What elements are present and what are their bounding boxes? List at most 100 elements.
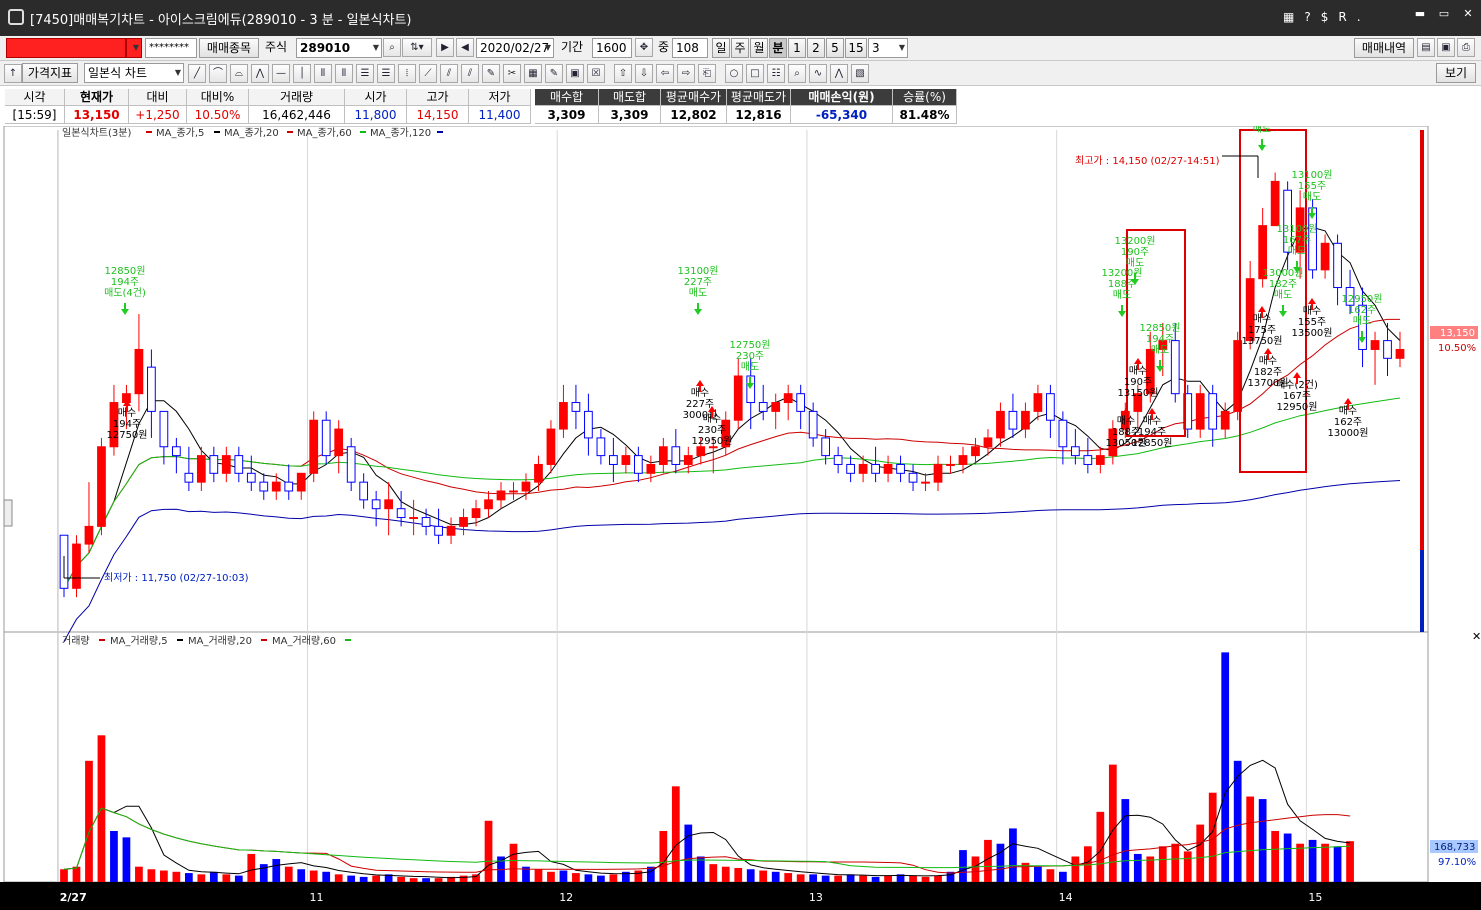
gann-tool-icon[interactable]: ⦙ xyxy=(398,64,416,83)
volume-bar xyxy=(209,871,218,882)
candle-up xyxy=(683,455,693,465)
minute-select[interactable]: 3 xyxy=(868,38,908,58)
overlap-input[interactable]: 108 xyxy=(672,38,708,58)
channel-tool-icon[interactable]: ⦀ xyxy=(314,64,332,83)
grid-icon[interactable]: ▦ xyxy=(1283,10,1294,24)
candle-down xyxy=(908,472,918,483)
back-icon[interactable]: ◀ xyxy=(456,38,474,57)
unit-1-button[interactable]: 1 xyxy=(788,38,806,58)
wave-tool-icon[interactable]: ∿ xyxy=(809,64,827,83)
retracement2-tool-icon[interactable]: ☰ xyxy=(377,64,395,83)
palette-tool-icon[interactable]: ▦ xyxy=(524,64,542,83)
close-icon[interactable]: ✕ xyxy=(1458,6,1478,22)
candle-down xyxy=(246,472,256,483)
arc-tool-icon[interactable]: ⌒ xyxy=(209,64,227,83)
unit-week-button[interactable]: 주 xyxy=(731,38,749,58)
record-icon[interactable]: R xyxy=(1338,10,1346,24)
candle-down xyxy=(896,463,905,474)
shift-down-tool-icon[interactable]: ⇩ xyxy=(635,64,653,83)
print-icon[interactable]: ⎙ xyxy=(1457,38,1475,57)
vline-tool-icon[interactable]: │ xyxy=(293,64,311,83)
candle-up xyxy=(996,410,1005,439)
move-icon[interactable]: ✥ xyxy=(635,38,653,57)
volume-bar xyxy=(434,878,443,882)
volume-bar xyxy=(746,869,755,882)
candle-down xyxy=(796,393,806,412)
x-axis-label: 11 xyxy=(309,891,323,904)
annotation-text: 12750원 xyxy=(729,339,770,351)
trade-item-button[interactable]: 매매종목 xyxy=(199,38,259,58)
arrow-up-icon[interactable]: ↑ xyxy=(4,64,22,83)
pen-tool-icon[interactable]: ✎ xyxy=(482,64,500,83)
pitchfork-tool-icon[interactable]: ⫽ xyxy=(440,64,458,83)
annotation-text: 194주 xyxy=(1146,334,1174,345)
help-icon[interactable]: ? xyxy=(1304,10,1310,24)
chart-type-select[interactable]: 일본식 차트 xyxy=(84,63,184,83)
candle-down xyxy=(434,525,443,536)
unit-day-button[interactable]: 일 xyxy=(712,38,730,58)
erase-tool-icon[interactable]: ✂ xyxy=(503,64,521,83)
pitchfork2-tool-icon[interactable]: ⫽ xyxy=(461,64,479,83)
volume-bar xyxy=(85,760,93,882)
delete-tool-icon[interactable]: ☒ xyxy=(587,64,605,83)
date-picker[interactable]: 2020/02/27 xyxy=(476,38,554,58)
dot-icon[interactable]: . xyxy=(1357,10,1361,24)
trendline-tool-icon[interactable]: ╱ xyxy=(188,64,206,83)
password-field[interactable]: ******** xyxy=(145,38,197,58)
rectangle-tool-icon[interactable]: □ xyxy=(746,64,764,83)
candle-down xyxy=(1070,446,1080,457)
candle-down xyxy=(1333,242,1342,289)
account-dropdown-button[interactable] xyxy=(126,38,142,58)
fan-tool-icon[interactable]: ⌓ xyxy=(230,64,248,83)
table-tool-icon[interactable]: ☷ xyxy=(767,64,785,83)
parallel-tool-icon[interactable]: ⟋ xyxy=(419,64,437,83)
copy-tool-icon[interactable]: ⎗ xyxy=(698,64,716,83)
sort-dropdown-icon[interactable]: ⇅▾ xyxy=(402,38,432,57)
cycle-tool-icon[interactable]: ⦀ xyxy=(335,64,353,83)
period-input[interactable]: 1600 xyxy=(592,38,632,58)
trade-history-button[interactable]: 매매내역 xyxy=(1354,38,1414,58)
unit-2-button[interactable]: 2 xyxy=(807,38,825,58)
shift-left-tool-icon[interactable]: ⇦ xyxy=(656,64,674,83)
account-select[interactable] xyxy=(6,38,126,58)
unit-month-button[interactable]: 월 xyxy=(750,38,768,58)
retracement-tool-icon[interactable]: ☰ xyxy=(356,64,374,83)
chart-canvas[interactable]: 일본식차트(3분) MA_종가,5 MA_종가,20 MA_종가,60 MA_종… xyxy=(0,126,1481,910)
unit-minute-button[interactable]: 분 xyxy=(769,38,787,58)
unit-5-button[interactable]: 5 xyxy=(826,38,844,58)
price-range-bar-up xyxy=(1420,130,1424,550)
candle-down xyxy=(421,517,431,527)
annotation-text: 매도 xyxy=(1353,315,1371,327)
currency-icon[interactable]: $ xyxy=(1321,10,1329,24)
candle-up xyxy=(658,446,668,465)
annotation-text: 182주 xyxy=(1254,367,1282,378)
maximize-icon[interactable]: ▭ xyxy=(1434,6,1454,22)
hline-tool-icon[interactable]: — xyxy=(272,64,290,83)
indicator-button[interactable]: 가격지표 xyxy=(22,63,78,83)
value-change-pct: 10.50% xyxy=(187,106,249,124)
search-icon[interactable]: ⌕ xyxy=(383,38,401,57)
circle-tool-icon[interactable]: ○ xyxy=(725,64,743,83)
chart-area[interactable]: 일본식차트(3분) MA_종가,5 MA_종가,20 MA_종가,60 MA_종… xyxy=(0,126,1481,910)
view-button[interactable]: 보기 xyxy=(1436,63,1476,83)
folder-icon[interactable]: ▤ xyxy=(1417,38,1435,57)
shift-up-tool-icon[interactable]: ⇧ xyxy=(614,64,632,83)
zoom-tool-icon[interactable]: ⌕ xyxy=(788,64,806,83)
template-tool-icon[interactable]: ▧ xyxy=(851,64,869,83)
peak-tool-icon[interactable]: ⋀ xyxy=(830,64,848,83)
unit-15-button[interactable]: 15 xyxy=(845,38,867,58)
angle-tool-icon[interactable]: ⋀ xyxy=(251,64,269,83)
close-panel-icon[interactable]: ✕ xyxy=(1472,630,1481,643)
candle-down xyxy=(1083,455,1093,465)
volume-bar xyxy=(309,870,318,882)
save-icon[interactable]: ▣ xyxy=(1437,38,1455,57)
object-tool-icon[interactable]: ▣ xyxy=(566,64,584,83)
side-expand-handle[interactable] xyxy=(3,499,13,527)
minimize-icon[interactable]: ▬ xyxy=(1410,6,1430,22)
play-icon[interactable]: ▶ xyxy=(436,38,454,57)
candle-up xyxy=(933,463,943,483)
candle-up xyxy=(921,481,930,484)
shift-right-tool-icon[interactable]: ⇨ xyxy=(677,64,695,83)
edit-tool-icon[interactable]: ✎ xyxy=(545,64,563,83)
stock-code-input[interactable]: 289010 xyxy=(296,38,382,58)
